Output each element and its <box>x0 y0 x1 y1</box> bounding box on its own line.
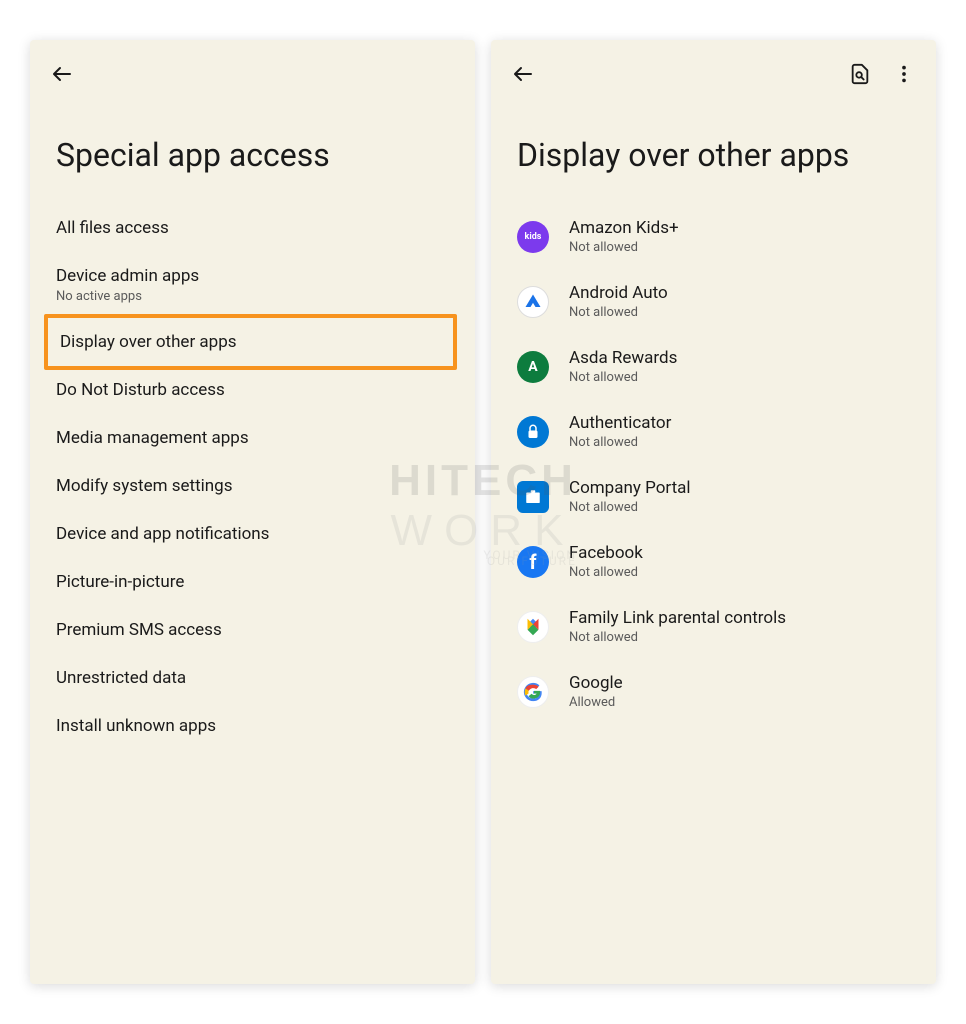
list-item-unrestricted-data[interactable]: Unrestricted data <box>30 654 475 702</box>
app-status-label: Allowed <box>569 695 623 710</box>
app-name-label: Family Link parental controls <box>569 608 786 628</box>
list-item-label: Device and app notifications <box>56 524 449 544</box>
list-item-label: Do Not Disturb access <box>56 380 449 400</box>
app-status-label: Not allowed <box>569 370 677 385</box>
app-item-amazon-kids[interactable]: kids Amazon Kids+ Not allowed <box>491 204 936 269</box>
app-info: Asda Rewards Not allowed <box>569 348 677 385</box>
list-item-label: All files access <box>56 218 449 238</box>
top-bar-actions <box>848 62 916 86</box>
app-status-label: Not allowed <box>569 240 679 255</box>
app-item-company-portal[interactable]: Company Portal Not allowed <box>491 464 936 529</box>
app-name-label: Facebook <box>569 543 643 563</box>
app-item-asda-rewards[interactable]: A Asda Rewards Not allowed <box>491 334 936 399</box>
app-name-label: Amazon Kids+ <box>569 218 679 238</box>
app-icon-asda-rewards: A <box>517 351 549 383</box>
app-icon-android-auto <box>517 286 549 318</box>
list-item-modify-system-settings[interactable]: Modify system settings <box>30 462 475 510</box>
app-name-label: Authenticator <box>569 413 671 433</box>
list-item-label: Display over other apps <box>60 332 441 352</box>
app-name-label: Google <box>569 673 623 693</box>
app-info: Facebook Not allowed <box>569 543 643 580</box>
app-icon-company-portal <box>517 481 549 513</box>
list-item-media-management-apps[interactable]: Media management apps <box>30 414 475 462</box>
app-name-label: Asda Rewards <box>569 348 677 368</box>
app-info: Family Link parental controls Not allowe… <box>569 608 786 645</box>
app-info: Authenticator Not allowed <box>569 413 671 450</box>
app-info: Amazon Kids+ Not allowed <box>569 218 679 255</box>
list-item-display-over-other-apps[interactable]: Display over other apps <box>44 314 457 370</box>
more-vertical-icon[interactable] <box>892 62 916 86</box>
list-item-label: Media management apps <box>56 428 449 448</box>
top-bar-left <box>30 40 475 96</box>
page-title-right: Display over other apps <box>491 96 936 184</box>
list-item-label: Picture-in-picture <box>56 572 449 592</box>
back-arrow-icon[interactable] <box>511 62 535 86</box>
list-item-picture-in-picture[interactable]: Picture-in-picture <box>30 558 475 606</box>
list-item-premium-sms-access[interactable]: Premium SMS access <box>30 606 475 654</box>
list-item-label: Install unknown apps <box>56 716 449 736</box>
top-bar-right <box>491 40 936 96</box>
app-icon-authenticator <box>517 416 549 448</box>
left-phone-screen: Special app access All files access Devi… <box>30 40 475 984</box>
list-item-device-app-notifications[interactable]: Device and app notifications <box>30 510 475 558</box>
list-item-sublabel: No active apps <box>56 289 449 304</box>
app-status-label: Not allowed <box>569 305 668 320</box>
list-item-device-admin-apps[interactable]: Device admin apps No active apps <box>30 252 475 318</box>
page-title-left: Special app access <box>30 96 475 194</box>
app-info: Google Allowed <box>569 673 623 710</box>
app-status-label: Not allowed <box>569 630 786 645</box>
app-item-google[interactable]: Google Allowed <box>491 659 936 724</box>
app-item-android-auto[interactable]: Android Auto Not allowed <box>491 269 936 334</box>
list-item-do-not-disturb-access[interactable]: Do Not Disturb access <box>30 366 475 414</box>
list-item-label: Premium SMS access <box>56 620 449 640</box>
app-status-label: Not allowed <box>569 500 691 515</box>
app-icon-google <box>517 676 549 708</box>
app-info: Android Auto Not allowed <box>569 283 668 320</box>
app-status-label: Not allowed <box>569 565 643 580</box>
list-item-label: Device admin apps <box>56 266 449 286</box>
app-icon-family-link <box>517 611 549 643</box>
app-icon-facebook: f <box>517 546 549 578</box>
app-name-label: Company Portal <box>569 478 691 498</box>
app-icon-amazon-kids: kids <box>517 221 549 253</box>
app-item-family-link[interactable]: Family Link parental controls Not allowe… <box>491 594 936 659</box>
list-item-label: Unrestricted data <box>56 668 449 688</box>
settings-list: All files access Device admin apps No ac… <box>30 194 475 750</box>
app-info: Company Portal Not allowed <box>569 478 691 515</box>
app-status-label: Not allowed <box>569 435 671 450</box>
right-phone-screen: Display over other apps kids Amazon Kids… <box>491 40 936 984</box>
search-icon[interactable] <box>848 62 872 86</box>
app-item-authenticator[interactable]: Authenticator Not allowed <box>491 399 936 464</box>
app-name-label: Android Auto <box>569 283 668 303</box>
list-item-install-unknown-apps[interactable]: Install unknown apps <box>30 702 475 750</box>
list-item-label: Modify system settings <box>56 476 449 496</box>
app-list: kids Amazon Kids+ Not allowed Android Au… <box>491 184 936 724</box>
app-item-facebook[interactable]: f Facebook Not allowed <box>491 529 936 594</box>
back-arrow-icon[interactable] <box>50 62 74 86</box>
list-item-all-files-access[interactable]: All files access <box>30 204 475 252</box>
